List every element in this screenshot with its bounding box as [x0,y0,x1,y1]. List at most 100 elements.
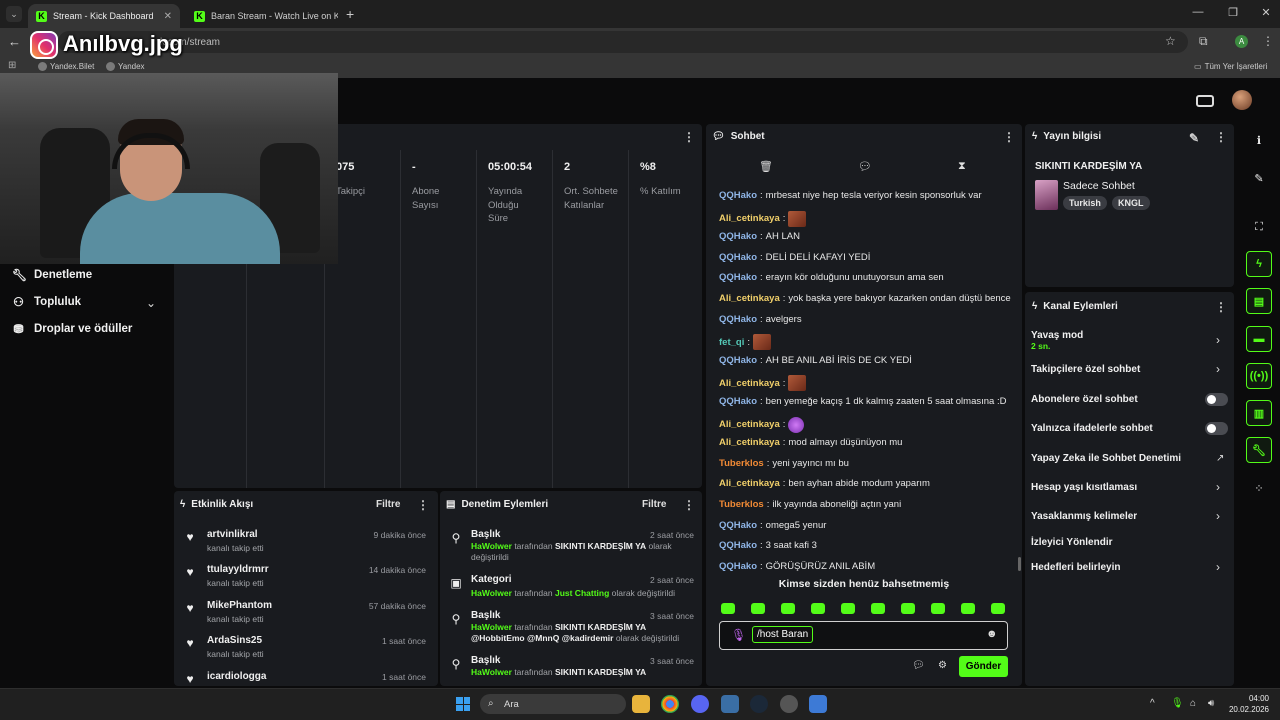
chat-username[interactable]: QQHako [719,231,757,242]
chat-username[interactable]: QQHako [719,520,757,531]
nav-item-denetleme[interactable]: 🔧︎ Denetleme [12,268,92,282]
chevron-right-icon[interactable]: › [1216,480,1220,494]
browser-menu-icon[interactable]: ⋮ [1262,34,1274,48]
set-goals-label[interactable]: Hedefleri belirleyin [1031,562,1120,573]
broadcast-icon[interactable]: ((•)) [1246,363,1272,389]
emote-shortcut-icon[interactable] [751,603,765,614]
emote-shortcut-icon[interactable] [721,603,735,614]
pencil-icon[interactable]: ✎ [1189,131,1199,145]
new-tab-button[interactable]: + [346,6,354,22]
app-icon[interactable] [809,695,827,713]
ai-moderation-label[interactable]: Yapay Zeka ile Sohbet Denetimi [1031,453,1181,464]
microphone-icon[interactable]: 🎙︎ [731,628,746,642]
chrome-icon[interactable] [661,695,679,713]
layout-icon[interactable]: ▥ [1246,400,1272,426]
chat-username[interactable]: Ali_cetinkaya [719,419,780,430]
bookmark-yandex-bilet[interactable]: Yandex.Bilet [38,62,94,71]
emoji-icon[interactable]: ☻ [986,628,998,640]
minimize-icon[interactable]: — [1188,6,1208,18]
external-link-icon[interactable]: ↗ [1216,453,1224,464]
banned-words-label[interactable]: Yasaklanmış kelimeler [1031,511,1137,522]
channel-actions-menu-icon[interactable]: ⋮ [1215,300,1227,314]
chat-username[interactable]: Ali_cetinkaya [719,378,780,389]
close-tab-icon[interactable]: ✕ [164,11,172,22]
user-avatar[interactable] [1232,90,1252,110]
chat-username[interactable]: Ali_cetinkaya [719,293,780,304]
chat-username[interactable]: Tuberklos [719,458,764,469]
emote-shortcut-icon[interactable] [811,603,825,614]
chat-bubble-icon[interactable]: 💬︎ [858,160,872,173]
emote-shortcut-icon[interactable] [781,603,795,614]
add-widget-icon[interactable]: ⁘ [1246,475,1272,501]
mod-user[interactable]: HaWolwer [471,541,512,551]
chat-username[interactable]: fet_qi [719,337,744,348]
clipboard-icon[interactable]: ▤ [1246,288,1272,314]
slow-mode-label[interactable]: Yavaş mod [1031,330,1083,341]
chevron-right-icon[interactable]: › [1216,560,1220,574]
account-age-label[interactable]: Hesap yaşı kısıtlaması [1031,482,1137,493]
all-bookmarks[interactable]: ▭ Tüm Yer İşaretleri [1194,62,1267,71]
mod-user[interactable]: HaWolwer [471,667,512,677]
emote-shortcut-icon[interactable] [841,603,855,614]
chat-username[interactable]: QQHako [719,396,757,407]
tab-kick-dashboard[interactable]: K Stream - Kick Dashboard ✕ [28,4,180,28]
send-button[interactable]: Gönder [959,656,1008,677]
emotes-only-toggle[interactable] [1205,422,1228,435]
chat-username[interactable]: QQHako [719,561,757,572]
trash-icon[interactable]: 🗑︎ [759,160,773,173]
back-arrow-icon[interactable]: ← [8,34,21,49]
discord-icon[interactable] [691,695,709,713]
steam-icon[interactable] [750,695,768,713]
app-icon[interactable] [780,695,798,713]
mod-user[interactable]: HaWolwer [471,588,512,598]
stream-info-menu-icon[interactable]: ⋮ [1215,130,1227,144]
extensions-icon[interactable]: ⧉ [1199,34,1208,49]
nav-item-topluluk[interactable]: ⚇ Topluluk [12,295,81,309]
chat-settings-bubble-icon[interactable]: 💬︎ [912,660,925,671]
followers-only-label[interactable]: Takipçilere özel sohbet [1031,364,1140,375]
tray-chevron-icon[interactable]: ^ [1150,698,1155,709]
chat-scrollbar[interactable] [1018,557,1021,571]
hourglass-icon[interactable]: ⧗ [958,160,966,173]
chat-bubble-icon[interactable]: ▬ [1246,326,1272,352]
chat-username[interactable]: QQHako [719,272,757,283]
chat-username[interactable]: QQHako [719,252,757,263]
chevron-right-icon[interactable]: › [1216,509,1220,523]
chat-username[interactable]: QQHako [719,190,757,201]
stream-preview-icon[interactable] [1196,95,1214,107]
omnibox[interactable] [58,31,1188,53]
activity-filter-button[interactable]: Filtre [376,499,400,510]
emote-shortcut-icon[interactable] [901,603,915,614]
chevron-right-icon[interactable]: › [1216,333,1220,347]
chevron-down-icon[interactable]: ⌄ [146,296,156,310]
stats-menu-icon[interactable]: ⋮ [683,130,695,144]
chat-menu-icon[interactable]: ⋮ [1003,130,1015,144]
bookmark-yandex[interactable]: Yandex [106,62,145,71]
maximize-icon[interactable]: ❐ [1223,6,1243,19]
profile-avatar[interactable]: A [1235,35,1248,48]
subscribers-only-toggle[interactable] [1205,393,1228,406]
moderation-filter-button[interactable]: Filtre [642,499,666,510]
pencil-icon[interactable]: ✎ [1246,165,1272,191]
mod-user[interactable]: HaWolwer [471,622,512,632]
tab-baran-stream[interactable]: K Baran Stream - Watch Live on K ✕ [186,4,338,28]
list-item[interactable]: ♥ ArdaSins25 kanalı takip etti 1 saat ön… [183,635,426,663]
chat-input-value[interactable]: /host Baran [752,626,814,643]
windows-start-icon[interactable] [456,697,470,711]
activity-menu-icon[interactable]: ⋮ [417,498,429,512]
wrench-icon[interactable]: 🔧︎ [1246,437,1272,463]
list-item[interactable]: ♥ ttulayyldrmrr kanalı takip etti 14 dak… [183,564,426,592]
bookmark-star-icon[interactable]: ☆ [1165,34,1176,48]
tab-search-icon[interactable]: ⌄ [6,6,22,22]
chat-username[interactable]: Ali_cetinkaya [719,437,780,448]
emote-shortcut-icon[interactable] [871,603,885,614]
emote-shortcut-icon[interactable] [931,603,945,614]
moderation-menu-icon[interactable]: ⋮ [683,498,695,512]
info-icon[interactable]: ℹ [1246,127,1272,153]
redirect-viewers-label[interactable]: İzleyici Yönlendir [1031,537,1113,548]
expand-icon[interactable]: ⛶ [1246,214,1272,240]
emote-shortcut-icon[interactable] [961,603,975,614]
chat-username[interactable]: QQHako [719,314,757,325]
taskbar-clock[interactable]: 04:00 20.02.2026 [1227,693,1269,715]
apps-grid-icon[interactable]: ⊞ [8,60,16,71]
